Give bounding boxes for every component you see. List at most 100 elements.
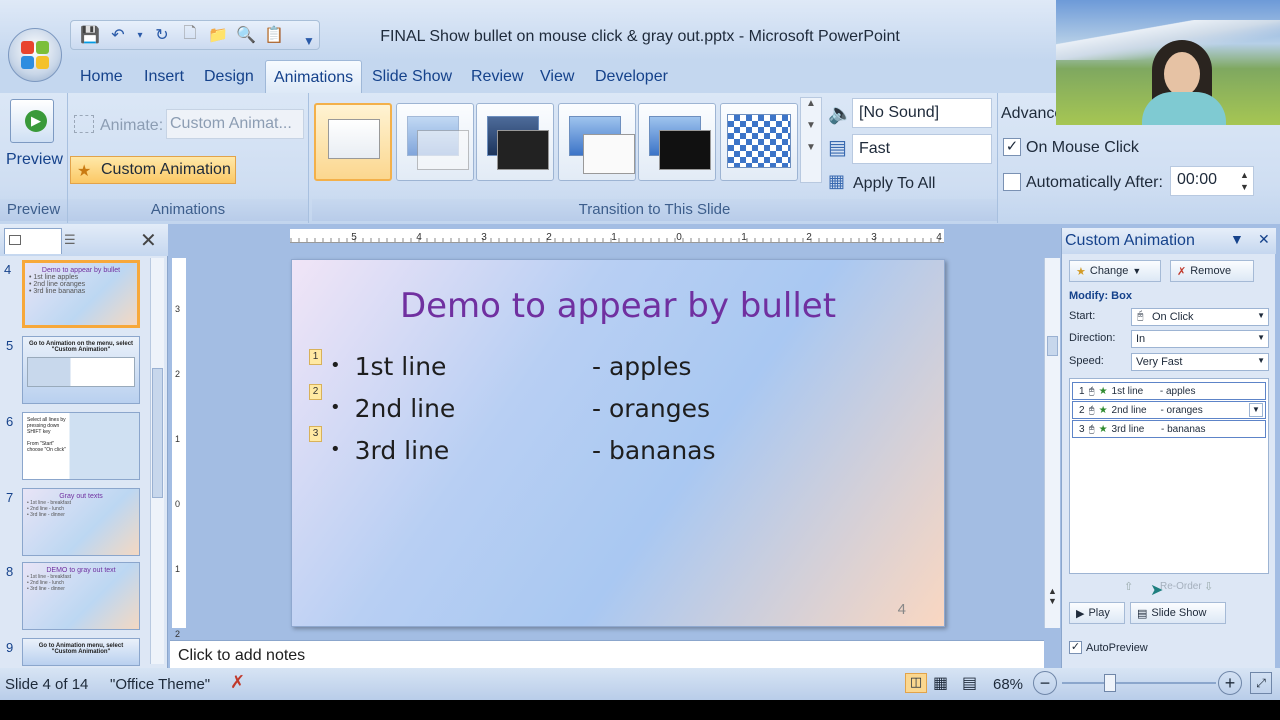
- zoom-level[interactable]: 68%: [993, 676, 1023, 693]
- slides-pane-scrollbar[interactable]: [150, 258, 164, 664]
- direction-dropdown[interactable]: In ▼: [1131, 330, 1269, 348]
- fruit-text[interactable]: - bananas: [592, 436, 716, 465]
- animations-group: Animate: Custom Animat... ★ Custom Anima…: [68, 93, 309, 223]
- transition-speed-dropdown[interactable]: Fast: [852, 134, 992, 164]
- slide-show-view-icon[interactable]: ▤: [962, 673, 977, 693]
- zoom-out-icon[interactable]: −: [1033, 671, 1057, 695]
- change-button[interactable]: ★ Change ▼: [1069, 260, 1161, 282]
- entrance-star-icon: ★: [1098, 423, 1108, 435]
- customize-qat-icon[interactable]: ▼: [298, 30, 320, 52]
- close-pane-icon[interactable]: ✕: [1258, 231, 1270, 248]
- move-up-icon[interactable]: ⇧: [1124, 580, 1133, 593]
- animate-dropdown[interactable]: Custom Animat...: [166, 109, 304, 139]
- thumb-title: DEMO to gray out text: [46, 567, 116, 574]
- slide-scrollbar[interactable]: ▲ ▼: [1044, 258, 1060, 628]
- speed-dropdown[interactable]: Very Fast ▼: [1131, 353, 1269, 371]
- transition-gallery-scroll[interactable]: ▲ ▼ ▼: [800, 97, 822, 183]
- animation-list: 1 🖰 ★ 1st line - apples 2 🖰 ★ 2nd line - orang…: [1069, 378, 1269, 574]
- animation-list-item[interactable]: 2 🖰 ★ 2nd line - oranges ▼: [1072, 401, 1266, 419]
- custom-animation-button[interactable]: ★ Custom Animation: [70, 156, 236, 184]
- slides-tab[interactable]: [4, 228, 62, 254]
- tab-animations[interactable]: Animations: [265, 60, 363, 93]
- zoom-slider-thumb[interactable]: [1104, 674, 1116, 692]
- tab-developer[interactable]: Developer: [595, 68, 668, 86]
- tab-design[interactable]: Design: [204, 68, 254, 86]
- tab-home[interactable]: Home: [80, 68, 123, 86]
- transition-fade-smoothly[interactable]: [396, 103, 474, 181]
- scroll-thumb[interactable]: [152, 368, 163, 498]
- preview-icon[interactable]: ▶: [10, 99, 54, 143]
- zoom-in-icon[interactable]: +: [1218, 671, 1242, 695]
- slide-scroll-thumb[interactable]: [1047, 336, 1058, 356]
- play-button[interactable]: ▶ Play: [1069, 602, 1125, 624]
- start-dropdown[interactable]: 🖰 On Click ▼: [1131, 308, 1269, 326]
- chevron-down-icon: ▼: [1132, 266, 1142, 276]
- ruler-label: 2: [546, 232, 552, 243]
- transition-cut-through-black[interactable]: [638, 103, 716, 181]
- outline-tab-icon[interactable]: ☰: [64, 232, 76, 248]
- normal-view-icon[interactable]: ◫: [905, 673, 927, 693]
- pane-menu-icon[interactable]: ▼: [1230, 231, 1244, 247]
- horizontal-ruler: 5 4 3 2 1 0 1 2 3 4: [290, 229, 944, 243]
- animation-tag[interactable]: 1: [309, 349, 322, 365]
- office-button[interactable]: [8, 28, 62, 82]
- slide-thumbnail[interactable]: Go to Animation on the menu, select "Cus…: [22, 336, 140, 404]
- transition-cut[interactable]: [558, 103, 636, 181]
- transition-dissolve[interactable]: [720, 103, 798, 181]
- automatically-after-checkbox[interactable]: [1003, 173, 1021, 191]
- slide-thumbnail[interactable]: Go to Animation menu, select "Custom Ani…: [22, 638, 140, 666]
- animation-tag[interactable]: 2: [309, 384, 322, 400]
- print-preview-icon[interactable]: 🔍: [235, 24, 257, 46]
- close-pane-icon[interactable]: ✕: [140, 228, 157, 253]
- slide-thumbnail[interactable]: DEMO to gray out text • 1st line - break…: [22, 562, 140, 630]
- tab-insert[interactable]: Insert: [144, 68, 184, 86]
- animation-tag[interactable]: 3: [309, 426, 322, 442]
- slide-thumbnail[interactable]: Demo to appear by bullet • 1st line appl…: [22, 260, 140, 328]
- paste-icon[interactable]: 📋: [263, 24, 285, 46]
- undo-dropdown-icon[interactable]: ▾: [135, 24, 145, 46]
- slide-thumbnail[interactable]: Gray out texts • 1st line - breakfast • …: [22, 488, 140, 556]
- redo-icon[interactable]: ↻: [151, 24, 173, 46]
- new-document-icon[interactable]: 🗋: [179, 24, 201, 46]
- animation-list-item[interactable]: 1 🖰 ★ 1st line - apples: [1072, 382, 1266, 400]
- slide-canvas[interactable]: Demo to appear by bullet 1 2 3 • 1st line…: [291, 259, 945, 627]
- undo-icon[interactable]: ↶: [107, 24, 129, 46]
- bullet-item[interactable]: • 1st line: [330, 352, 446, 381]
- slide-sorter-icon[interactable]: ▦: [933, 673, 948, 693]
- webcam-overlay: [1056, 0, 1280, 125]
- slide-thumbnail[interactable]: Select all lines by pressing down SHIFT …: [22, 412, 140, 480]
- preview-button[interactable]: Preview: [6, 151, 63, 169]
- transition-none[interactable]: [314, 103, 392, 181]
- custom-animation-icon: ★: [77, 163, 92, 180]
- prev-next-slide-icon[interactable]: ▲ ▼: [1048, 586, 1057, 606]
- notes-pane[interactable]: Click to add notes: [170, 640, 1044, 668]
- fit-slide-icon[interactable]: ⤢: [1250, 672, 1272, 694]
- tab-view[interactable]: View: [540, 68, 574, 86]
- bullet-item[interactable]: • 3rd line: [330, 436, 449, 465]
- fruit-text[interactable]: - oranges: [592, 394, 710, 423]
- chevron-down-icon[interactable]: ▼: [1249, 403, 1263, 417]
- tab-slide-show[interactable]: Slide Show: [372, 68, 452, 86]
- spell-check-icon[interactable]: ✗: [230, 672, 245, 693]
- bullet-item[interactable]: • 2nd line: [330, 394, 455, 423]
- on-mouse-click-checkbox[interactable]: ✓: [1003, 138, 1021, 156]
- time-spinner-icon[interactable]: ▲ ▼: [1240, 169, 1249, 193]
- slide-title[interactable]: Demo to appear by bullet: [292, 286, 944, 326]
- animate-icon: [74, 115, 94, 133]
- animation-list-item[interactable]: 3 🖰 ★ 3rd line - bananas: [1072, 420, 1266, 438]
- open-folder-icon[interactable]: 📁: [207, 24, 229, 46]
- save-icon[interactable]: 💾: [79, 24, 101, 46]
- tab-review[interactable]: Review: [471, 68, 523, 86]
- slide-show-button[interactable]: ▤ Slide Show: [1130, 602, 1226, 624]
- zoom-slider[interactable]: [1062, 682, 1216, 684]
- ruler-label: 3: [481, 232, 487, 243]
- thumb-title: Select all lines by pressing down SHIFT …: [27, 417, 66, 435]
- move-down-icon[interactable]: ⇩: [1204, 580, 1213, 593]
- autopreview-checkbox[interactable]: ✓: [1069, 641, 1082, 654]
- apply-to-all-button[interactable]: Apply To All: [853, 175, 935, 193]
- fruit-text[interactable]: - apples: [592, 352, 691, 381]
- remove-button[interactable]: ✗ Remove: [1170, 260, 1254, 282]
- transition-fade-through-black[interactable]: [476, 103, 554, 181]
- custom-animation-title: Custom Animation: [1065, 232, 1195, 249]
- transition-sound-dropdown[interactable]: [No Sound]: [852, 98, 992, 128]
